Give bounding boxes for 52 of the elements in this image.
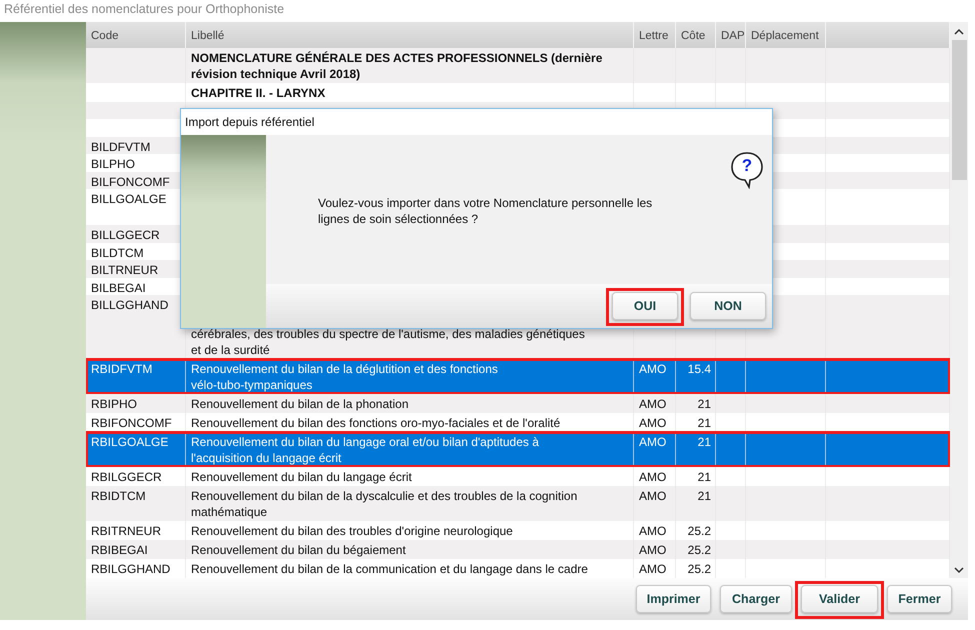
letter-text: AMO xyxy=(639,562,666,576)
letter-text: AMO xyxy=(639,435,666,449)
letter-text: AMO xyxy=(639,397,666,411)
code-text: RBIPHO xyxy=(91,397,138,411)
label-text: Renouvellement du bilan de la dyscalculie et des troubles de la cognition mathématique xyxy=(191,489,578,519)
code-text: BILPHO xyxy=(91,157,136,171)
code-text: BILDTCM xyxy=(91,246,144,260)
letter-text: AMO xyxy=(639,489,666,503)
letter-text: AMO xyxy=(639,416,666,430)
rating-text: 21 xyxy=(698,435,711,449)
code-text: RBIDFVTM xyxy=(91,362,152,376)
label-text: NOMENCLATURE GÉNÉRALE DES ACTES PROFESSIONNELS (dernière révision technique Avril 2018) xyxy=(191,50,602,80)
code-text: RBIBEGAI xyxy=(91,543,148,557)
rating-text: 25.2 xyxy=(688,543,711,557)
label-text: Renouvellement du bilan de la déglutition et des fonctions vélo-tubo-tympaniques xyxy=(191,362,498,392)
code-text: RBITRNEUR xyxy=(91,524,162,538)
help-icon: ? xyxy=(730,151,764,189)
code-text: BILLGGHAND xyxy=(91,298,168,312)
label-text: Renouvellement du bilan du langage oral et/ou bilan d'aptitudes à l'acquisition du langage écrit xyxy=(191,435,539,465)
dialog-message: Voulez-vous importer dans votre Nomenclature personnelle les lignes de soin sélectionnées ? xyxy=(318,195,654,228)
label-text: Renouvellement du bilan de la phonation xyxy=(191,397,408,411)
rating-text: 25.2 xyxy=(688,524,711,538)
rating-text: 21 xyxy=(698,397,711,411)
letter-text: AMO xyxy=(639,524,666,538)
dialog-title: Import depuis référentiel xyxy=(181,109,772,135)
code-text: BILFONCOMF xyxy=(91,174,170,188)
code-text: RBILGGECR xyxy=(91,470,162,484)
label-text: cérébrales, des troubles du spectre de l'autisme, des maladies génétiques et de la surdité xyxy=(191,326,586,358)
rating-text: 15.4 xyxy=(688,362,711,376)
code-text: RBIDTCM xyxy=(91,489,146,503)
code-text: BILBEGAI xyxy=(91,280,146,294)
rating-text: 21 xyxy=(698,416,711,430)
code-text: BILLGOALGE xyxy=(91,192,166,206)
letter-text: AMO xyxy=(639,362,666,376)
code-text: BILDFVTM xyxy=(91,140,150,154)
letter-text: AMO xyxy=(639,470,666,484)
label-text: Renouvellement du bilan du bégaiement xyxy=(191,543,406,557)
window-title: Référentiel des nomenclatures pour Orthophoniste xyxy=(3,1,286,18)
label-text: Renouvellement du bilan des troubles d'origine neurologique xyxy=(191,524,513,538)
code-text: RBILGOALGE xyxy=(91,435,168,449)
rating-text: 21 xyxy=(698,489,711,503)
letter-text: AMO xyxy=(639,543,666,557)
code-text: BILTRNEUR xyxy=(91,263,158,277)
label-text: Renouvellement du bilan du langage écrit xyxy=(191,470,412,484)
code-text: RBIFONCOMF xyxy=(91,416,172,430)
label-text: CHAPITRE II. - LARYNX xyxy=(191,86,326,100)
code-text: RBILGGHAND xyxy=(91,562,170,576)
label-text: Renouvellement du bilan de la communication et du langage dans le cadre xyxy=(191,562,588,576)
rating-text: 21 xyxy=(698,470,711,484)
rating-text: 25.2 xyxy=(688,562,711,576)
code-text: BILLGGECR xyxy=(91,228,160,242)
label-text: Renouvellement du bilan des fonctions oro-myo-faciales et de l'oralité xyxy=(191,416,560,430)
